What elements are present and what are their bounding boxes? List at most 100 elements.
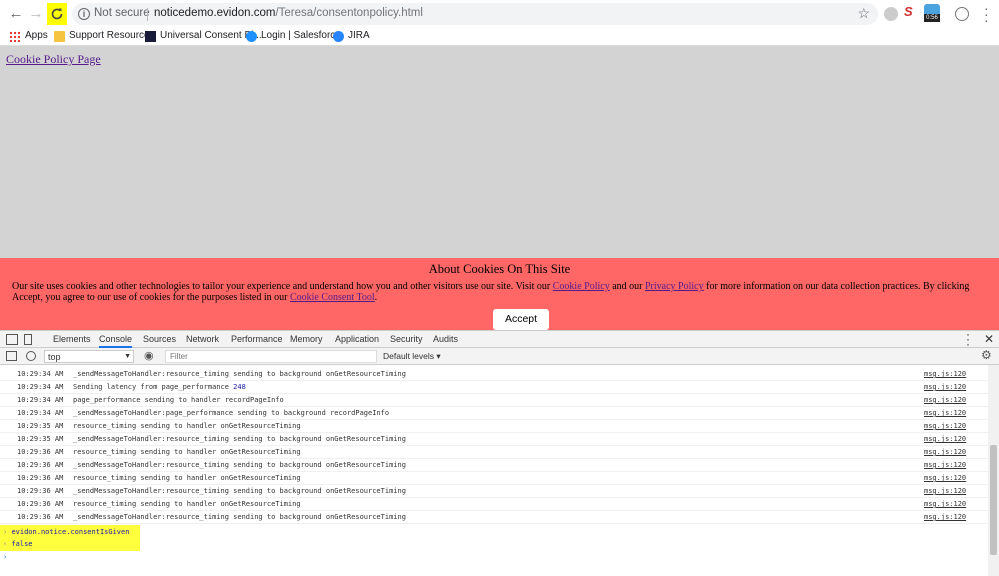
log-message: _sendMessageToHandler:resource_timing se… xyxy=(73,511,406,524)
log-timestamp: 10:29:36 AM xyxy=(17,500,64,508)
tab-elements[interactable]: Elements xyxy=(53,334,91,344)
console-log-row: 10:29:36 AM resource_timing sending to ha… xyxy=(0,498,988,511)
scrollbar-thumb[interactable] xyxy=(990,445,997,555)
result-text: false xyxy=(11,540,33,548)
clear-console-icon[interactable] xyxy=(26,351,36,361)
log-message: Sending latency from page_performance 24… xyxy=(73,381,246,394)
log-message: _sendMessageToHandler:resource_timing se… xyxy=(73,433,406,446)
cookie-consent-banner: About Cookies On This Site Our site uses… xyxy=(0,258,999,330)
inspect-element-icon[interactable] xyxy=(6,334,18,345)
log-source-link[interactable]: msg.js:120 xyxy=(924,368,966,381)
console-input-prompt[interactable]: › xyxy=(3,551,7,563)
log-source-link[interactable]: msg.js:120 xyxy=(924,381,966,394)
console-log-row: 10:29:36 AM resource_timing sending to ha… xyxy=(0,446,988,459)
banner-text-part: Our site uses cookies and other technolo… xyxy=(12,281,553,292)
sidebar-toggle-icon[interactable] xyxy=(6,351,17,361)
device-toolbar-icon[interactable] xyxy=(24,334,32,345)
close-devtools-icon[interactable]: ✕ xyxy=(984,332,994,346)
log-message-text: Sending latency from page_performance xyxy=(73,383,234,391)
console-log-row: 10:29:34 AM _sendMessageToHandler:page_pe… xyxy=(0,407,988,420)
accept-button[interactable]: Accept xyxy=(493,309,549,330)
devtools-tab-bar: Elements Console Sources Network Perform… xyxy=(0,328,999,350)
cookie-consent-tool-link[interactable]: Cookie Consent Tool xyxy=(290,292,375,303)
bookmarks-bar: Apps Support Resources Universal Consent… xyxy=(0,28,999,46)
info-icon[interactable]: i xyxy=(78,8,90,20)
log-message: resource_timing sending to handler onGet… xyxy=(73,472,301,485)
log-source-link[interactable]: msg.js:120 xyxy=(924,511,966,524)
log-timestamp: 10:29:36 AM xyxy=(17,461,64,469)
tab-performance[interactable]: Performance xyxy=(231,334,283,344)
tab-application[interactable]: Application xyxy=(335,334,379,344)
tab-console[interactable]: Console xyxy=(99,334,133,348)
log-source-link[interactable]: msg.js:120 xyxy=(924,498,966,511)
chevron-down-icon: ▼ xyxy=(124,353,131,360)
menu-kebab-icon[interactable]: · · · xyxy=(984,1,989,27)
eye-icon[interactable]: ◉ xyxy=(144,349,154,362)
log-source-link[interactable]: msg.js:120 xyxy=(924,433,966,446)
log-source-link[interactable]: msg.js:120 xyxy=(924,485,966,498)
reload-icon xyxy=(51,8,63,20)
cookie-policy-page-link[interactable]: Cookie Policy Page xyxy=(6,52,101,67)
console-command: › evidon.notice.consentIsGiven xyxy=(3,526,129,538)
log-timestamp: 10:29:34 AM xyxy=(17,383,64,391)
bookmark-apps[interactable]: Apps xyxy=(25,30,48,41)
back-arrow-icon[interactable]: ← xyxy=(8,6,24,22)
address-bar[interactable]: i Not secure noticedemo.evidon.com/Teres… xyxy=(72,3,878,25)
log-message: _sendMessageToHandler:resource_timing se… xyxy=(73,459,406,472)
forward-arrow-icon[interactable]: → xyxy=(28,6,44,22)
privacy-policy-link[interactable]: Privacy Policy xyxy=(645,281,704,292)
log-source-link[interactable]: msg.js:120 xyxy=(924,407,966,420)
tab-network[interactable]: Network xyxy=(186,334,219,344)
console-toolbar: top ▼ ◉ Default levels ▾ ⚙ xyxy=(0,348,999,365)
tab-security[interactable]: Security xyxy=(390,334,423,344)
cookie-policy-link[interactable]: Cookie Policy xyxy=(553,281,610,292)
log-source-link[interactable]: msg.js:120 xyxy=(924,446,966,459)
context-value: top xyxy=(48,352,61,362)
log-message-text: resource_timing sending to handler onGet… xyxy=(73,474,301,482)
log-message-text: _sendMessageToHandler:resource_timing se… xyxy=(73,487,406,495)
salesforce-extension-icon[interactable]: S xyxy=(904,5,918,19)
bookmark-support-resources[interactable]: Support Resources xyxy=(69,30,155,41)
log-message-text: _sendMessageToHandler:page_performance s… xyxy=(73,409,390,417)
page-content: Cookie Policy Page About Cookies On This… xyxy=(0,46,999,330)
log-message-text: resource_timing sending to handler onGet… xyxy=(73,448,301,456)
console-log-row: 10:29:34 AM _sendMessageToHandler:resourc… xyxy=(0,368,988,381)
profile-avatar-icon[interactable] xyxy=(955,7,969,21)
log-timestamp: 10:29:34 AM xyxy=(17,370,64,378)
console-filter-input[interactable] xyxy=(165,350,377,363)
console-scrollbar[interactable] xyxy=(988,365,999,576)
log-source-link[interactable]: msg.js:120 xyxy=(924,420,966,433)
devtools-menu-icon[interactable]: · · · xyxy=(966,328,970,350)
console-result: ‹ false xyxy=(3,538,33,550)
banner-text-part: and our xyxy=(609,281,645,292)
universal-consent-icon xyxy=(145,31,156,42)
log-message: resource_timing sending to handler onGet… xyxy=(73,446,301,459)
extension-icon[interactable] xyxy=(884,7,898,21)
log-levels-dropdown[interactable]: Default levels ▾ xyxy=(383,351,441,362)
log-timestamp: 10:29:35 AM xyxy=(17,435,64,443)
console-log-row: 10:29:35 AM _sendMessageToHandler:resourc… xyxy=(0,433,988,446)
tab-audits[interactable]: Audits xyxy=(433,334,458,344)
log-number: 248 xyxy=(233,383,246,391)
gear-icon[interactable]: ⚙ xyxy=(981,348,992,362)
tab-memory[interactable]: Memory xyxy=(290,334,323,344)
log-timestamp: 10:29:34 AM xyxy=(17,396,64,404)
bookmark-star-icon[interactable]: ☆ xyxy=(857,5,870,22)
url-text[interactable]: noticedemo.evidon.com/Teresa/consentonpo… xyxy=(154,7,423,19)
console-log-row: 10:29:34 AM page_performance sending to h… xyxy=(0,394,988,407)
console-output: 10:29:34 AM _sendMessageToHandler:resourc… xyxy=(0,365,988,576)
log-message-text: _sendMessageToHandler:resource_timing se… xyxy=(73,513,406,521)
log-message: _sendMessageToHandler:page_performance s… xyxy=(73,407,389,420)
timer-extension-icon[interactable]: 0:56 xyxy=(924,4,940,22)
log-message: _sendMessageToHandler:resource_timing se… xyxy=(73,368,406,381)
banner-title: About Cookies On This Site xyxy=(428,262,571,276)
context-select[interactable]: top ▼ xyxy=(44,350,134,363)
bookmark-jira[interactable]: JIRA xyxy=(348,30,370,41)
log-source-link[interactable]: msg.js:120 xyxy=(924,394,966,407)
bookmark-salesforce[interactable]: Login | Salesforce xyxy=(261,30,341,41)
apps-grid-icon xyxy=(9,31,20,42)
log-source-link[interactable]: msg.js:120 xyxy=(924,459,966,472)
tab-sources[interactable]: Sources xyxy=(143,334,176,344)
reload-button[interactable] xyxy=(47,3,67,25)
log-source-link[interactable]: msg.js:120 xyxy=(924,472,966,485)
